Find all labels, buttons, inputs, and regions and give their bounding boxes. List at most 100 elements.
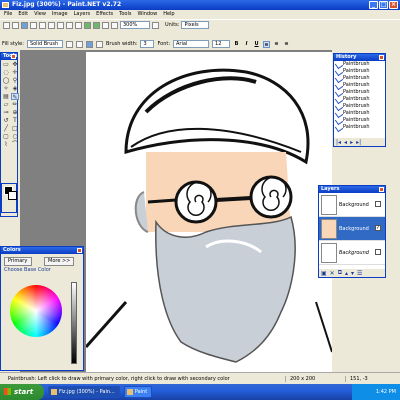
move-up-icon[interactable]: ▴ [345, 270, 348, 277]
add-layer-icon[interactable]: ▣ [321, 270, 327, 277]
more-button[interactable]: More >> [44, 257, 75, 266]
recolor-icon[interactable]: ↺ [2, 117, 10, 124]
start-button[interactable]: start [0, 384, 44, 400]
history-item[interactable]: Paintbrush [334, 110, 385, 117]
history-item[interactable]: Paintbrush [334, 124, 385, 131]
fast-forward-icon[interactable]: ▸| [356, 139, 361, 146]
undo-history-icon[interactable]: ◂ [344, 139, 347, 146]
paste-icon[interactable] [57, 21, 64, 29]
history-item[interactable]: Paintbrush [334, 117, 385, 124]
align-center-icon[interactable]: ≡ [273, 41, 280, 48]
primary-color-icon[interactable] [85, 40, 93, 48]
lasso-icon[interactable]: ◌ [2, 69, 10, 76]
clone-stamp-icon[interactable]: ⊕ [11, 109, 19, 116]
fill-style-select[interactable]: Solid Brush [26, 40, 63, 48]
menu-view[interactable]: View [34, 10, 46, 19]
ellipse-select-icon[interactable]: ◯ [2, 77, 10, 84]
line-icon[interactable]: ╱ [2, 125, 10, 132]
close-button[interactable]: × [389, 1, 398, 9]
open-icon[interactable] [12, 21, 19, 29]
history-item[interactable]: Paintbrush [334, 68, 385, 75]
font-size-select[interactable]: 12 [212, 40, 231, 48]
menu-help[interactable]: Help [163, 10, 174, 19]
menu-image[interactable]: Image [52, 10, 68, 19]
cut-icon[interactable] [39, 21, 46, 29]
primary-select[interactable]: Primary [4, 257, 32, 266]
italic-button[interactable]: I [243, 41, 250, 48]
color-picker-icon[interactable]: ⊸ [2, 109, 10, 116]
rewind-icon[interactable]: |◂ [336, 139, 341, 146]
history-item[interactable]: Paintbrush [334, 82, 385, 89]
taskbar-item-paint[interactable]: Paint [123, 386, 153, 398]
align-left-icon[interactable]: ≡ [263, 40, 271, 48]
copy-icon[interactable] [48, 21, 55, 29]
taskbar-item-paintnet[interactable]: Fiz.jpg (300%) - Pain... [48, 386, 120, 398]
redo-icon[interactable] [93, 21, 100, 29]
zoom-select[interactable]: 300% [120, 21, 150, 29]
layer-visibility-checkbox[interactable] [375, 201, 381, 207]
maximize-button[interactable]: □ [379, 1, 388, 9]
ellipse-icon[interactable]: ○ [11, 133, 19, 140]
grid-icon[interactable] [152, 21, 159, 29]
redo-history-icon[interactable]: ▸ [350, 139, 353, 146]
save-icon[interactable] [21, 21, 28, 29]
brush-shape-icon[interactable] [95, 40, 103, 48]
menu-edit[interactable]: Edit [18, 10, 28, 19]
tools-close-icon[interactable] [11, 54, 16, 59]
history-item[interactable]: Paintbrush [334, 96, 385, 103]
new-icon[interactable] [3, 21, 10, 29]
pencil-icon[interactable]: ✏ [11, 101, 19, 108]
menu-file[interactable]: File [4, 10, 12, 19]
antialias-icon[interactable] [65, 40, 73, 48]
move-down-icon[interactable]: ▾ [351, 270, 354, 277]
value-slider[interactable] [71, 282, 77, 364]
secondary-color-swatch[interactable] [8, 191, 17, 200]
menu-window[interactable]: Window [137, 10, 157, 19]
layer-visibility-checkbox[interactable] [375, 249, 381, 255]
undo-icon[interactable] [84, 21, 91, 29]
zoom-icon[interactable]: ⚲ [11, 77, 19, 84]
colors-close-icon[interactable] [77, 248, 82, 253]
font-select[interactable]: Arial [173, 40, 210, 48]
crop-icon[interactable] [66, 21, 73, 29]
bold-button[interactable]: B [233, 41, 240, 48]
eraser-icon[interactable]: ▱ [2, 101, 10, 108]
align-right-icon[interactable]: ≡ [283, 41, 290, 48]
zoom-in-icon[interactable] [102, 21, 109, 29]
history-item[interactable]: Paintbrush [334, 75, 385, 82]
move-icon[interactable]: ✥ [11, 61, 19, 68]
layer-properties-icon[interactable]: ☰ [357, 270, 362, 277]
history-close-icon[interactable] [379, 55, 384, 60]
history-item[interactable]: Paintbrush [334, 89, 385, 96]
magic-wand-icon[interactable]: ✧ [2, 85, 10, 92]
rounded-rect-icon[interactable]: ▢ [2, 133, 10, 140]
layers-close-icon[interactable] [379, 187, 384, 192]
history-item[interactable]: Paintbrush [334, 61, 385, 68]
units-select[interactable]: Pixels [181, 21, 210, 29]
layer-visibility-checkbox[interactable]: ✓ [375, 225, 381, 231]
move-selection-icon[interactable]: ✛ [11, 69, 19, 76]
blend-mode-icon[interactable] [75, 40, 83, 48]
brush-width-select[interactable]: 3 [140, 40, 155, 48]
print-icon[interactable] [30, 21, 37, 29]
duplicate-layer-icon[interactable]: ⧉ [338, 269, 342, 277]
freeform-icon[interactable]: ⌇ [2, 141, 10, 148]
color-swatches[interactable] [1, 183, 17, 213]
layer-row-selected[interactable]: Background ✓ [319, 217, 385, 241]
color-wheel[interactable] [10, 285, 62, 337]
freeform-shape-icon[interactable]: ⌒ [11, 141, 19, 148]
delete-layer-icon[interactable]: ✕ [330, 270, 335, 277]
menu-layers[interactable]: Layers [74, 10, 91, 19]
gradient-icon[interactable]: ▤ [2, 93, 10, 100]
history-item[interactable]: Paintbrush [334, 103, 385, 110]
paintbrush-icon[interactable]: ✎ [11, 93, 19, 101]
drawing-canvas[interactable] [86, 52, 332, 372]
menu-tools[interactable]: Tools [119, 10, 131, 19]
text-icon[interactable]: T [11, 117, 19, 124]
paint-bucket-icon[interactable]: ◈ [11, 85, 19, 92]
zoom-out-icon[interactable] [111, 21, 118, 29]
layer-row[interactable]: Background [319, 193, 385, 217]
menu-effects[interactable]: Effects [96, 10, 113, 19]
select-rect-icon[interactable]: ▭ [2, 61, 10, 68]
underline-button[interactable]: U [253, 41, 260, 48]
